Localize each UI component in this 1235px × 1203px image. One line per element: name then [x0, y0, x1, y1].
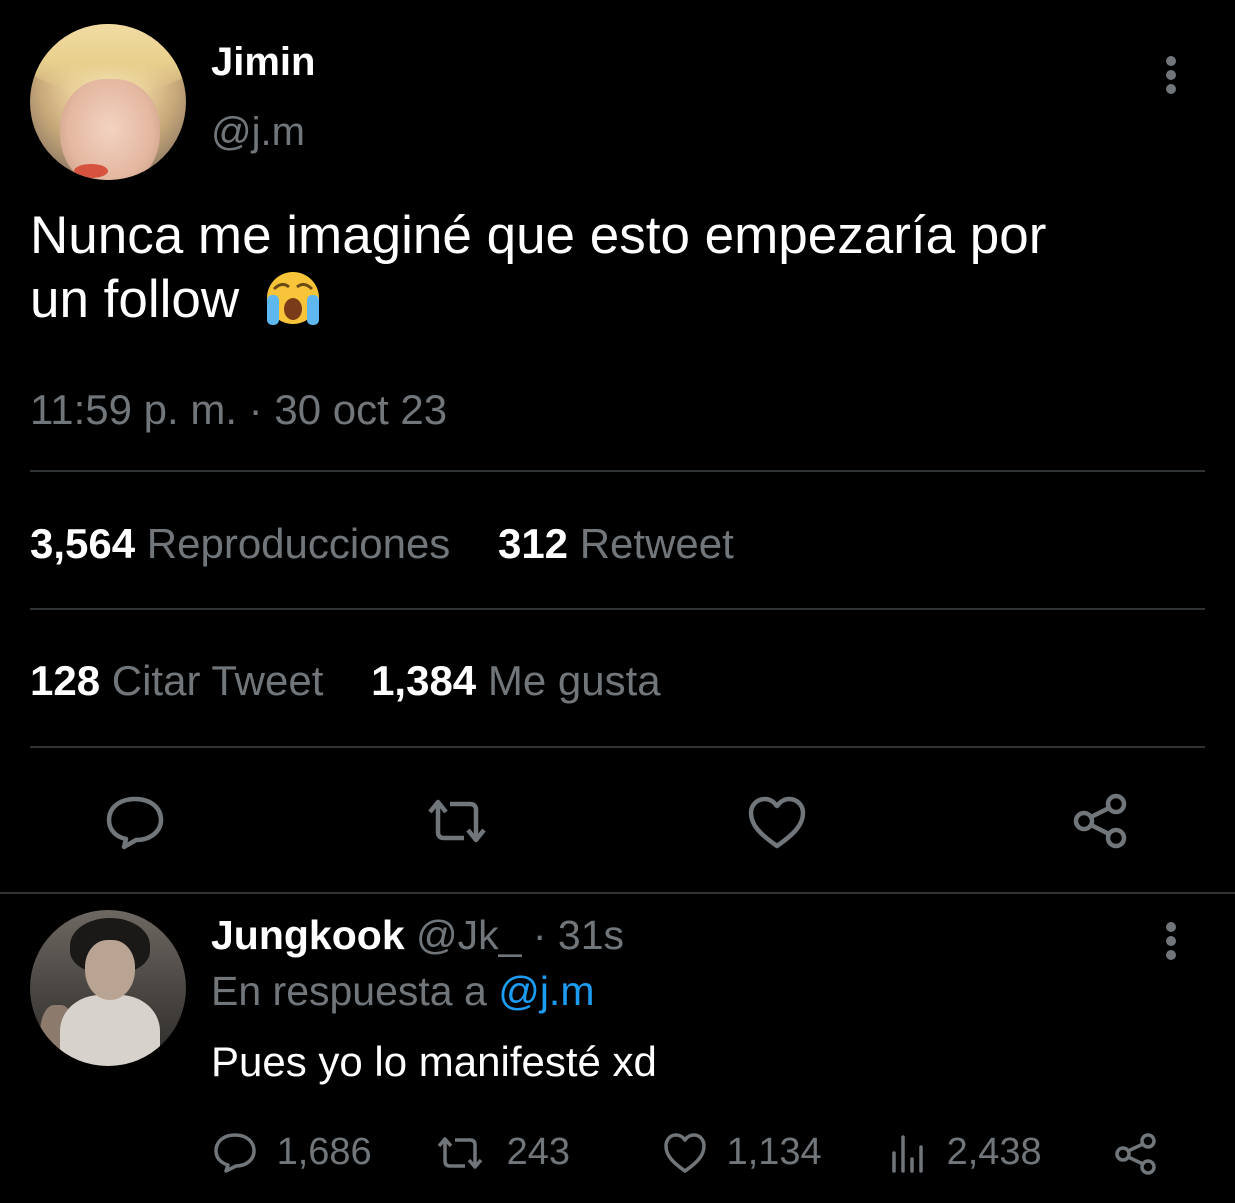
reply-header: Jungkook @Jk_ · 31s [211, 912, 624, 959]
retweet-icon[interactable] [420, 792, 494, 855]
share-icon[interactable] [1070, 790, 1132, 857]
divider [0, 892, 1235, 894]
stats-row-2: 128 Citar Tweet 1,384 Me gusta [30, 657, 697, 705]
author-avatar[interactable] [30, 24, 186, 180]
tweet-timestamp[interactable]: 11:59 p. m. · 30 oct 23 [30, 386, 447, 434]
crying-emoji [262, 267, 324, 329]
divider [30, 470, 1205, 472]
more-options-icon[interactable] [1153, 52, 1189, 98]
reply-more-options-icon[interactable] [1153, 918, 1189, 964]
replying-prefix: En respuesta a [211, 968, 487, 1014]
stats-row-1: 3,564 Reproducciones 312 Retweet [30, 520, 770, 568]
author-handle[interactable]: @j.m [211, 110, 305, 155]
reply-text: Pues yo lo manifesté xd [211, 1038, 657, 1085]
reply-retweet-button[interactable]: 243 [432, 1130, 570, 1175]
divider [30, 608, 1205, 610]
tweet-text: Nunca me imaginé que esto empezaría por … [30, 205, 1210, 331]
reply-views-button[interactable]: 2,438 [888, 1130, 1042, 1175]
reply-time[interactable]: · 31s [533, 912, 624, 958]
views-stat[interactable]: 3,564 Reproducciones [30, 520, 450, 568]
reply-author-handle[interactable]: @Jk_ [416, 912, 521, 958]
retweets-stat[interactable]: 312 Retweet [498, 520, 734, 568]
author-name[interactable]: Jimin [211, 40, 315, 85]
reply-icon [214, 1133, 256, 1173]
reply-icon[interactable] [104, 794, 166, 857]
replying-mention-link[interactable]: @j.m [498, 968, 594, 1014]
quotes-stat[interactable]: 128 Citar Tweet [30, 657, 323, 705]
reply-share-button[interactable] [1112, 1130, 1160, 1178]
reply-reply-button[interactable]: 1,686 [212, 1130, 372, 1175]
reply-like-button[interactable]: 1,134 [662, 1130, 822, 1175]
reply-retweets-count: 243 [506, 1131, 570, 1174]
reply-author-avatar[interactable] [30, 910, 186, 1066]
like-icon [664, 1133, 706, 1173]
analytics-icon [892, 1135, 923, 1173]
tweet-text-line1: Nunca me imaginé que esto empezaría por [30, 206, 1047, 265]
likes-stat[interactable]: 1,384 Me gusta [371, 657, 661, 705]
replying-to: En respuesta a @j.m [211, 968, 594, 1015]
divider [30, 746, 1205, 748]
reply-views-count: 2,438 [946, 1131, 1042, 1174]
reply-author-name[interactable]: Jungkook [211, 912, 405, 958]
like-icon[interactable] [746, 794, 808, 857]
share-icon [1115, 1133, 1156, 1175]
reply-likes-count: 1,134 [726, 1131, 822, 1174]
tweet-text-line2: un follow [30, 270, 240, 329]
reply-replies-count: 1,686 [276, 1131, 372, 1174]
retweet-icon [437, 1137, 483, 1169]
tweet-detail-page: Jimin @j.m Nunca me imaginé que esto emp… [0, 0, 1235, 1203]
